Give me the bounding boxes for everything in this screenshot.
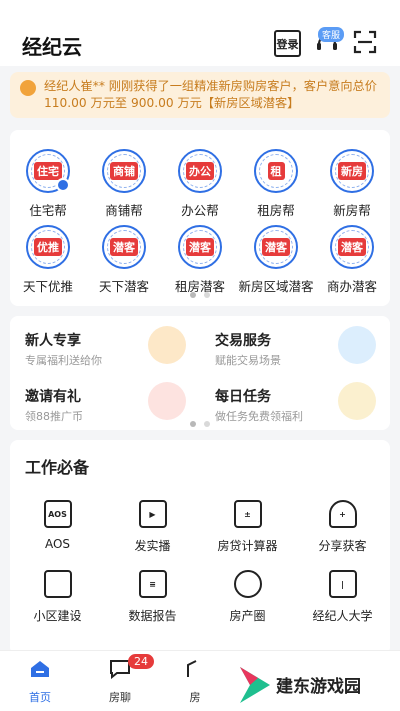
page-dot	[204, 292, 210, 298]
watermark: 建东游戏园	[232, 658, 400, 711]
service-title: 交易服务	[215, 333, 271, 349]
app-label: 办公帮	[181, 203, 219, 218]
app-label: 租房帮	[257, 203, 295, 218]
tool-university[interactable]: | 经纪人大学	[295, 570, 390, 624]
service-badge: 客服	[318, 27, 345, 42]
app-item-youtui[interactable]: 优推 天下优推	[10, 225, 86, 295]
watermark-logo-icon	[240, 666, 270, 703]
section-title: 工作必备	[25, 458, 90, 477]
service-title: 每日任务	[215, 389, 271, 405]
tool-label: 房产圈	[229, 609, 266, 623]
app-item-rent-qianke[interactable]: 潜客 租房潜客	[162, 225, 238, 295]
tool-loan-calc[interactable]: ± 房贷计算器	[200, 500, 295, 554]
calculator-icon: ±	[233, 500, 262, 528]
tool-data-report[interactable]: ≡ 数据报告	[105, 570, 200, 624]
qianke-badge-icon: 潜客	[102, 225, 146, 269]
page-dot	[190, 421, 196, 427]
tool-label: 小区建设	[33, 609, 82, 623]
shop-badge-icon: 商铺	[102, 149, 146, 193]
scan-icon[interactable]	[353, 30, 377, 54]
tools-row-1: AOS AOS ▶ 发实播 ± 房贷计算器 + 分享获客	[10, 500, 390, 554]
app-item-newhouse[interactable]: 新房 新房帮	[314, 149, 390, 219]
residential-badge-icon: 住宅	[26, 149, 70, 193]
task-icon	[338, 382, 376, 420]
app-item-shop[interactable]: 商铺 商铺帮	[86, 149, 162, 219]
building-icon	[43, 570, 72, 598]
page-indicator	[10, 421, 390, 427]
service-title: 邀请有礼	[25, 389, 81, 405]
app-label: 住宅帮	[29, 203, 67, 218]
login-icon[interactable]: 登录	[274, 30, 301, 57]
app-item-qianke[interactable]: 潜客 天下潜客	[86, 225, 162, 295]
tools-row-2: 小区建设 ≡ 数据报告 房产圈 | 经纪人大学	[10, 570, 390, 624]
tool-label: 分享获客	[318, 539, 367, 553]
service-subtitle: 赋能交易场景	[215, 354, 281, 367]
app-item-office-qianke[interactable]: 潜客 商办潜客	[314, 225, 390, 295]
newhouse-qianke-badge-icon: 潜客	[254, 225, 298, 269]
planet-icon	[233, 570, 262, 598]
service-trade[interactable]: 交易服务 赋能交易场景	[200, 320, 390, 374]
quick-apps-row-1: 住宅 住宅帮 商铺 商铺帮 办公 办公帮 租 租房帮 新房 新房帮	[10, 149, 390, 219]
tool-label: 数据报告	[128, 609, 177, 623]
services-card: 新人专享 专属福利送给你 交易服务 赋能交易场景 邀请有礼 领88推广币 每日任…	[10, 316, 390, 430]
app-item-rent[interactable]: 租 租房帮	[238, 149, 314, 219]
house-icon	[187, 660, 197, 677]
tool-label: 发实播	[134, 539, 171, 553]
tool-label: AOS	[44, 537, 71, 551]
service-subtitle: 专属福利送给你	[25, 354, 102, 367]
notice-text: 经纪人崔** 刚刚获得了一组精准新房购房客户，客户意向总价 110.00 万元至…	[44, 79, 377, 110]
app-title: 经纪云	[22, 35, 82, 59]
user-add-icon: +	[328, 500, 357, 528]
tools-card: 工作必备 AOS AOS ▶ 发实播 ± 房贷计算器 + 分享获客 小区建设 ≡…	[10, 440, 390, 655]
tab-label: 房聊	[109, 691, 131, 704]
book-icon: |	[328, 570, 357, 598]
app-item-office[interactable]: 办公 办公帮	[162, 149, 238, 219]
quick-apps-card: 住宅 住宅帮 商铺 商铺帮 办公 办公帮 租 租房帮 新房 新房帮 优推 天下优…	[10, 130, 390, 306]
office-badge-icon: 办公	[178, 149, 222, 193]
rent-badge-icon: 租	[254, 149, 298, 193]
tv-play-icon: ▶	[138, 500, 167, 528]
tool-aos[interactable]: AOS AOS	[10, 500, 105, 554]
tool-community[interactable]: 小区建设	[10, 570, 105, 624]
speaker-icon	[20, 80, 36, 96]
tool-share[interactable]: + 分享获客	[295, 500, 390, 554]
page-dot	[190, 292, 196, 298]
notice-banner[interactable]: 经纪人崔** 刚刚获得了一组精准新房购房客户，客户意向总价 110.00 万元至…	[10, 72, 390, 118]
tab-house[interactable]: 房	[165, 659, 225, 705]
newhouse-badge-icon: 新房	[330, 149, 374, 193]
watermark-text: 建东游戏园	[276, 677, 361, 697]
trade-icon	[338, 326, 376, 364]
tool-live[interactable]: ▶ 发实播	[105, 500, 200, 554]
app-item-newhouse-qianke[interactable]: 潜客 新房区域潜客	[238, 225, 314, 295]
aos-icon: AOS	[43, 500, 72, 528]
chat-unread-badge: 24	[128, 654, 154, 669]
home-icon	[31, 661, 49, 677]
gift-icon	[148, 382, 186, 420]
tool-label: 房贷计算器	[217, 539, 278, 553]
tool-circle[interactable]: 房产圈	[200, 570, 295, 624]
app-label: 商铺帮	[105, 203, 143, 218]
service-newcomer[interactable]: 新人专享 专属福利送给你	[10, 320, 200, 374]
document-icon: ≡	[138, 570, 167, 598]
rent-qianke-badge-icon: 潜客	[178, 225, 222, 269]
page-dot	[204, 421, 210, 427]
coin-icon	[148, 326, 186, 364]
tab-home[interactable]: 首页	[10, 659, 70, 705]
youtui-badge-icon: 优推	[26, 225, 70, 269]
app-header: 经纪云 登录 客服	[0, 0, 400, 66]
app-item-residential[interactable]: 住宅 住宅帮	[10, 149, 86, 219]
office-qianke-badge-icon: 潜客	[330, 225, 374, 269]
tab-label: 首页	[29, 691, 51, 704]
quick-apps-row-2: 优推 天下优推 潜客 天下潜客 潜客 租房潜客 潜客 新房区域潜客 潜客 商办潜…	[10, 225, 390, 295]
tab-label: 房	[189, 691, 201, 704]
check-icon	[56, 178, 70, 192]
tool-label: 经纪人大学	[312, 609, 373, 623]
app-label: 新房帮	[333, 203, 371, 218]
page-indicator	[10, 292, 390, 298]
service-title: 新人专享	[25, 333, 81, 349]
